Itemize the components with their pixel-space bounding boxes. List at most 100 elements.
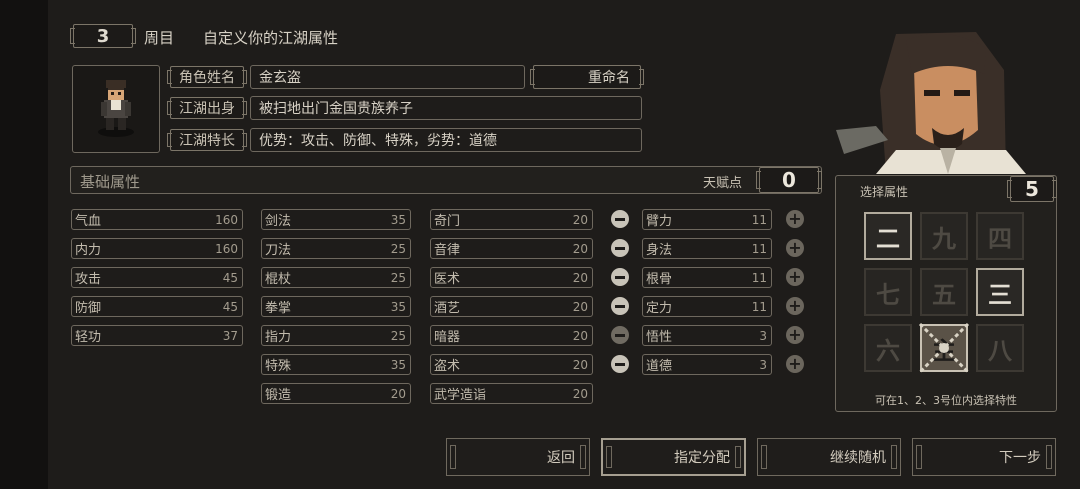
character-avatar: [72, 65, 160, 153]
selector-count: 5: [1007, 176, 1057, 202]
stat-value: 160: [215, 241, 238, 256]
trait-tile-1[interactable]: 二: [864, 212, 912, 260]
stat-row: 音律 20: [430, 238, 593, 259]
name-field-label: 角色姓名: [167, 66, 247, 88]
origin-field-label: 江湖出身: [167, 97, 247, 119]
minus-icon: [615, 362, 625, 366]
trait-tile-2[interactable]: 九: [920, 212, 968, 260]
stat-row: 定力 11: [642, 296, 772, 317]
stat-name: 剑法: [265, 214, 292, 229]
back-button[interactable]: 返回: [446, 438, 590, 476]
assign-button[interactable]: 指定分配: [601, 438, 746, 476]
increase-insight-button[interactable]: +: [786, 326, 804, 344]
decrease-focus-button[interactable]: [611, 297, 629, 315]
stat-value: 25: [390, 328, 406, 343]
stat-value: 20: [390, 386, 406, 401]
stat-row: 身法 11: [642, 238, 772, 259]
stat-row: 拳掌 35: [261, 296, 411, 317]
next-step-button[interactable]: 下一步: [912, 438, 1056, 476]
increase-agility-button[interactable]: +: [786, 239, 804, 257]
stat-row: 悟性 3: [642, 325, 772, 346]
stat-name: 攻击: [75, 272, 102, 287]
stat-value: 11: [751, 270, 767, 285]
character-name-input[interactable]: 金玄盗: [250, 65, 525, 89]
stat-name: 刀法: [265, 243, 292, 258]
stat-value: 160: [215, 212, 238, 227]
stat-value: 45: [222, 299, 238, 314]
increase-morality-button[interactable]: +: [786, 355, 804, 373]
increase-constitution-button[interactable]: +: [786, 268, 804, 286]
decrease-strength-button[interactable]: [611, 210, 629, 228]
trait-tile-9[interactable]: 八: [976, 324, 1024, 372]
trait-tile-7[interactable]: 六: [864, 324, 912, 372]
increase-focus-button[interactable]: +: [786, 297, 804, 315]
stat-value: 11: [751, 241, 767, 256]
stat-row: 棍杖 25: [261, 267, 411, 288]
decrease-agility-button[interactable]: [611, 239, 629, 257]
stat-value: 25: [390, 270, 406, 285]
stat-value: 20: [572, 357, 588, 372]
stat-name: 悟性: [646, 330, 673, 345]
stat-value: 45: [222, 270, 238, 285]
rename-button[interactable]: 重命名: [530, 65, 644, 89]
decrease-insight-button[interactable]: [611, 326, 629, 344]
stat-row: 暗器 20: [430, 325, 593, 346]
specialty-field-label: 江湖特长: [167, 129, 247, 151]
pixel-character-icon: [98, 80, 134, 137]
stat-name: 拳掌: [265, 301, 292, 316]
stat-value: 3: [759, 328, 767, 343]
talent-points-label: 天赋点: [703, 176, 743, 191]
increase-strength-button[interactable]: +: [786, 210, 804, 228]
stat-row: 根骨 11: [642, 267, 772, 288]
minus-icon: [615, 246, 625, 250]
minus-icon: [615, 333, 625, 337]
stat-name: 酒艺: [434, 301, 461, 316]
stat-row: 指力 25: [261, 325, 411, 346]
stat-row: 锻造 20: [261, 383, 411, 404]
stat-name: 道德: [646, 359, 673, 374]
stat-row: 奇门 20: [430, 209, 593, 230]
stat-name: 内力: [75, 243, 102, 258]
stat-value: 35: [390, 357, 406, 372]
stat-value: 37: [222, 328, 238, 343]
decrease-morality-button[interactable]: [611, 355, 629, 373]
stat-row: 臂力 11: [642, 209, 772, 230]
stat-value: 35: [390, 299, 406, 314]
stat-value: 20: [572, 299, 588, 314]
plus-icon: +: [788, 354, 802, 373]
stat-name: 轻功: [75, 330, 102, 345]
stat-value: 20: [572, 328, 588, 343]
selector-hint: 可在1、2、3号位内选择特性: [875, 394, 1017, 407]
stat-value: 11: [751, 212, 767, 227]
stat-name: 医术: [434, 272, 461, 287]
stat-value: 11: [751, 299, 767, 314]
decrease-constitution-button[interactable]: [611, 268, 629, 286]
minus-icon: [615, 304, 625, 308]
stat-name: 特殊: [265, 359, 292, 374]
talent-points-value: 0: [756, 167, 822, 193]
cycle-label: 周目: [144, 29, 175, 47]
stat-name: 棍杖: [265, 272, 292, 287]
trait-tile-6[interactable]: 三: [976, 268, 1024, 316]
stat-name: 盗术: [434, 359, 461, 374]
selector-title: 选择属性: [860, 185, 909, 199]
stat-value: 35: [390, 212, 406, 227]
stat-row: 武学造诣 20: [430, 383, 593, 404]
character-portrait: [836, 30, 1054, 174]
plus-icon: +: [788, 296, 802, 315]
stat-name: 根骨: [646, 272, 673, 287]
stat-row: 医术 20: [430, 267, 593, 288]
stat-value: 20: [572, 241, 588, 256]
plus-icon: +: [788, 238, 802, 257]
stat-row: 轻功 37: [71, 325, 243, 346]
trait-tile-3[interactable]: 四: [976, 212, 1024, 260]
stat-value: 20: [572, 386, 588, 401]
stat-value: 3: [759, 357, 767, 372]
stat-row: 刀法 25: [261, 238, 411, 259]
continue-random-button[interactable]: 继续随机: [757, 438, 901, 476]
stat-name: 气血: [75, 214, 102, 229]
trait-tile-4[interactable]: 七: [864, 268, 912, 316]
trait-tile-5[interactable]: 五: [920, 268, 968, 316]
stat-value: 25: [390, 241, 406, 256]
stat-row: 盗术 20: [430, 354, 593, 375]
